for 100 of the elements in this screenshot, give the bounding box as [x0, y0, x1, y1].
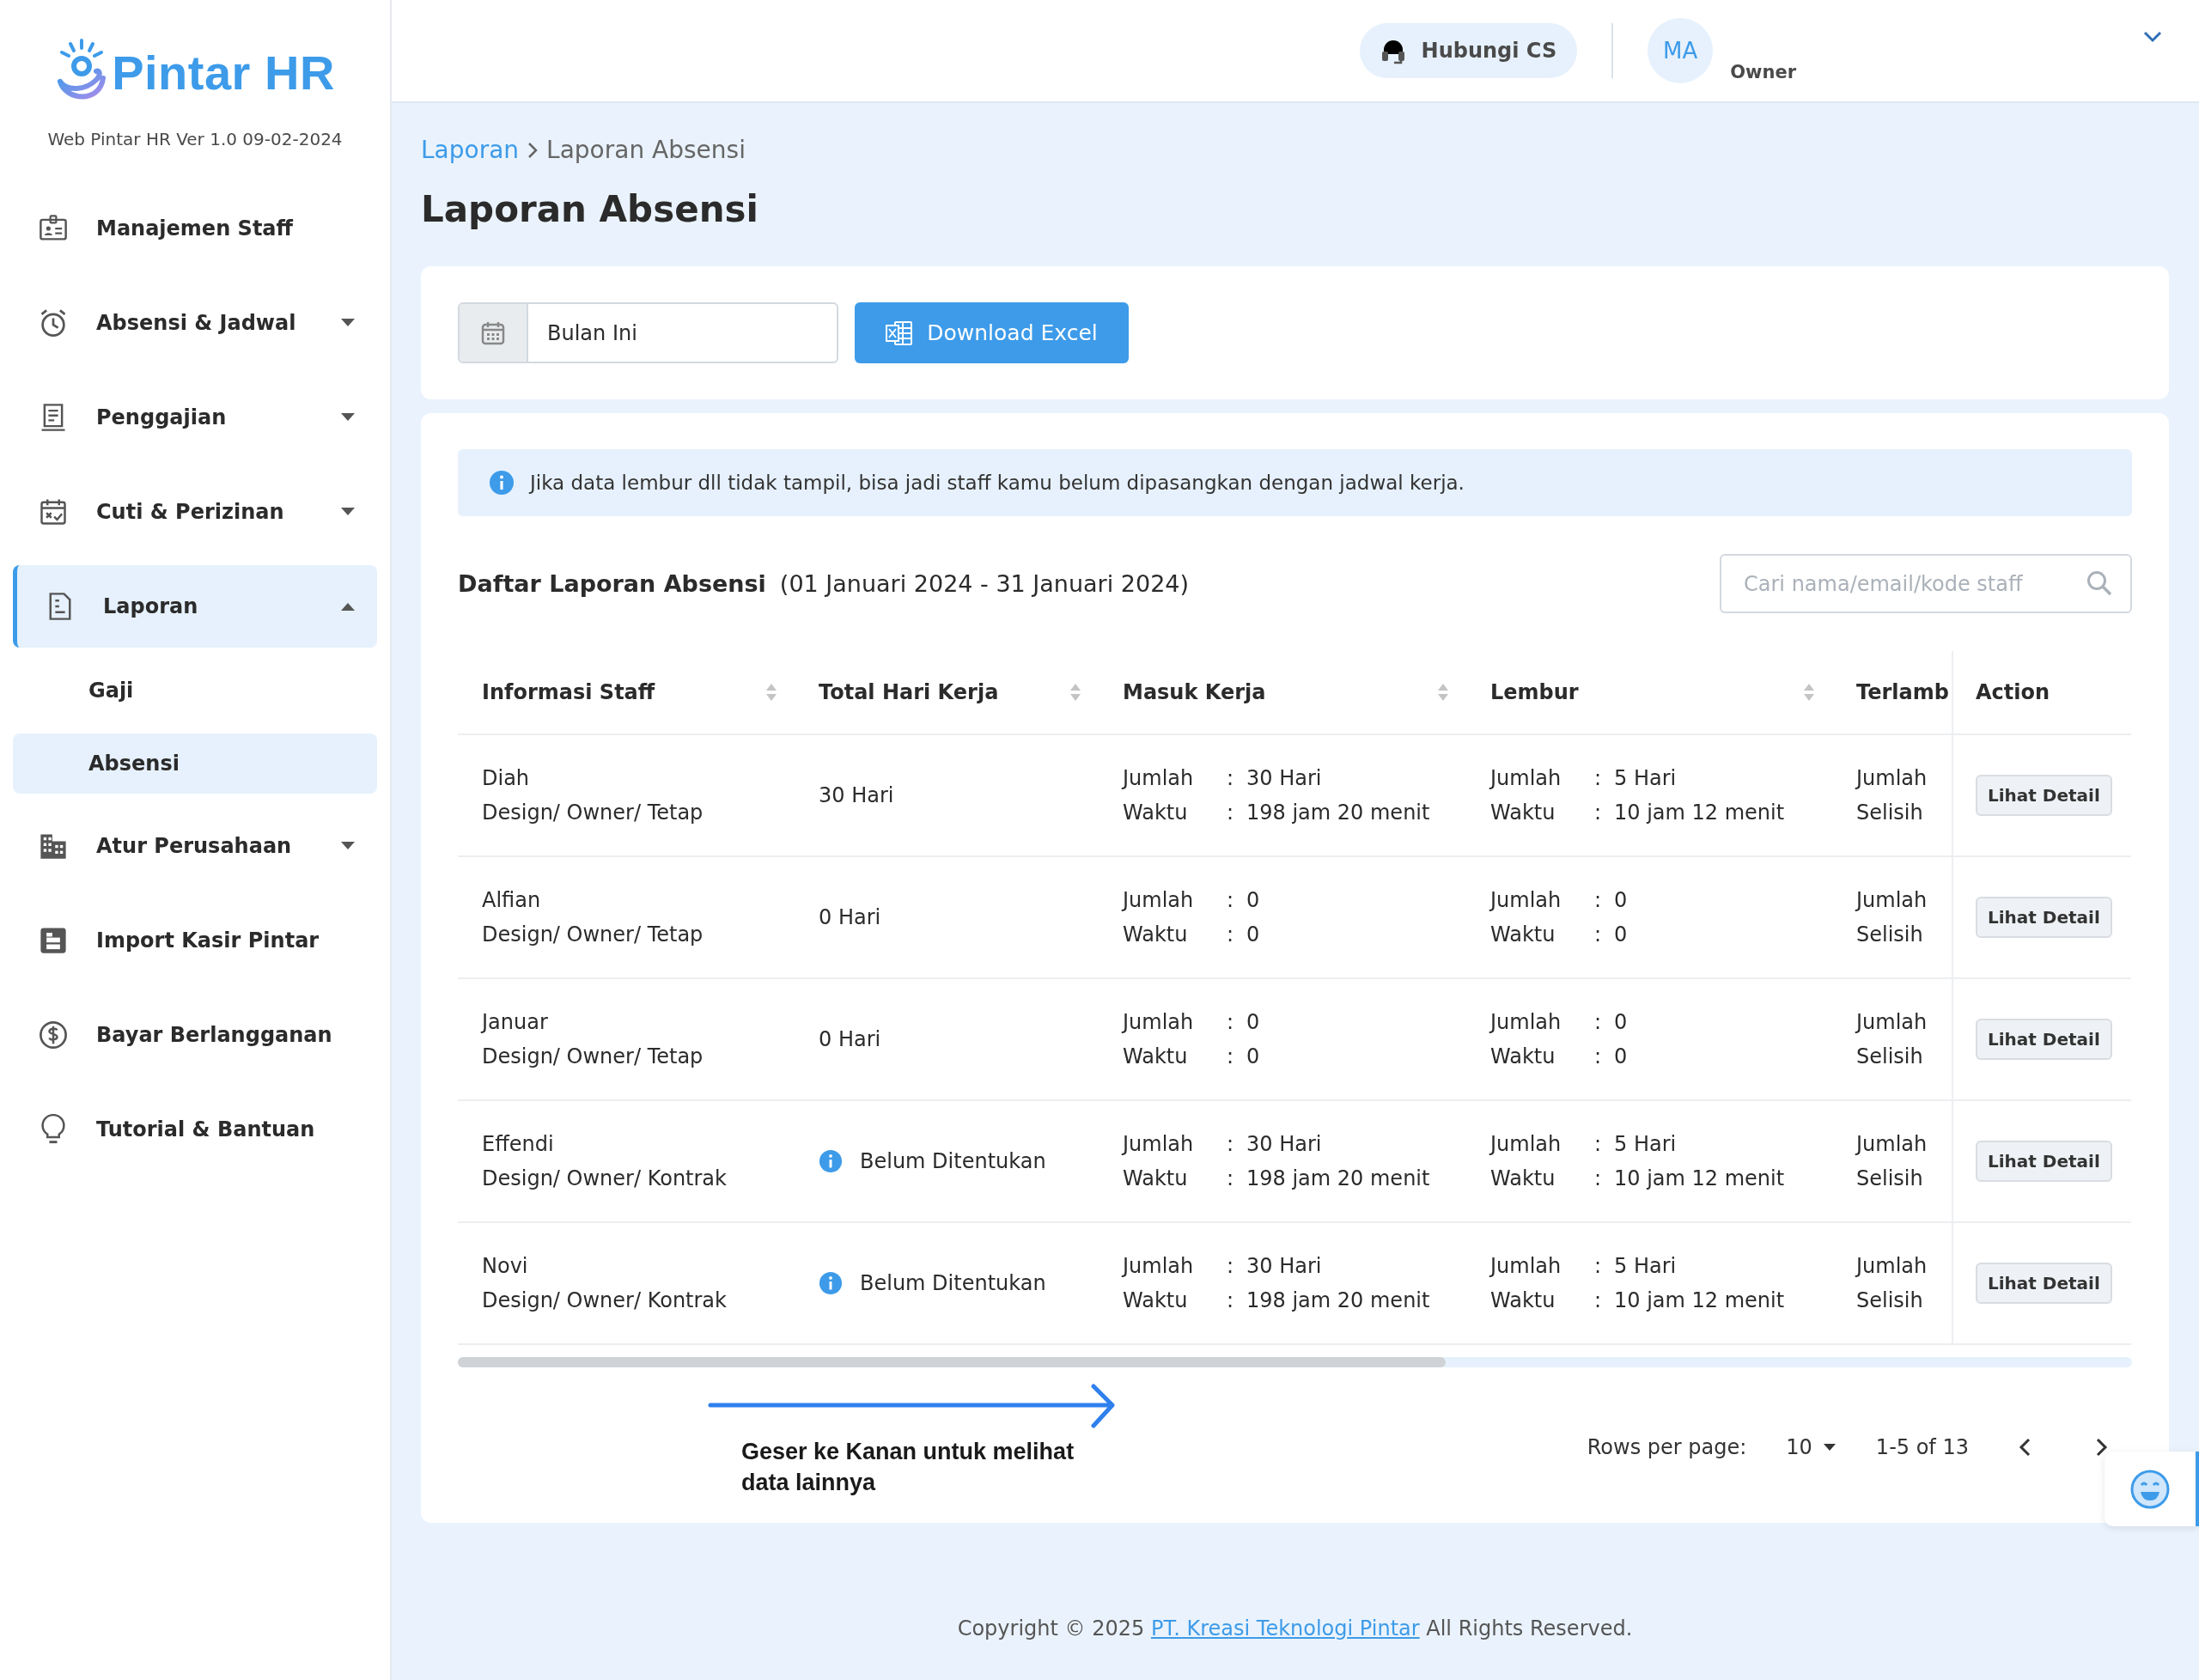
- field-label: Selisih: [1856, 1044, 1924, 1068]
- field-label: Jumlah: [1856, 888, 1928, 912]
- field-value: 5 Hari: [1614, 1132, 1678, 1156]
- field-label: Waktu: [1123, 800, 1189, 825]
- field-label: Waktu: [1123, 1044, 1189, 1068]
- logo-text: Pintar HR: [112, 44, 335, 100]
- view-detail-button[interactable]: Lihat Detail: [1976, 1141, 2112, 1182]
- sidebar-item[interactable]: Atur Perusahaan: [13, 805, 377, 887]
- sidebar-item[interactable]: Manajemen Staff: [13, 187, 377, 270]
- column-title: Informasi Staff: [482, 680, 656, 704]
- search-field[interactable]: Cari nama/email/kode staff: [1720, 554, 2132, 613]
- colon-text: :: [1594, 1166, 1603, 1190]
- staff-name: Effendi: [482, 1132, 555, 1156]
- field-value: 198 jam 20 menit: [1246, 1288, 1431, 1312]
- field-value: 10 jam 12 menit: [1614, 800, 1786, 825]
- field-value: 30 Hari: [1246, 766, 1323, 790]
- caret-icon: [1822, 1443, 1837, 1452]
- staff-name: Novi: [482, 1254, 529, 1278]
- view-detail-button[interactable]: Lihat Detail: [1976, 897, 2112, 938]
- date-range-text: (01 Januari 2024 - 31 Januari 2024): [779, 570, 1190, 597]
- period-field[interactable]: Bulan Ini: [458, 302, 838, 363]
- chevron-right-icon: [527, 141, 539, 159]
- field-value: 0: [1614, 888, 1629, 912]
- sidebar-subitem[interactable]: Absensi: [13, 733, 377, 794]
- work-days-text: Belum Ditentukan: [860, 1149, 1046, 1173]
- field-value: 10 jam 12 menit: [1614, 1166, 1786, 1190]
- sort-icon[interactable]: [1437, 683, 1449, 702]
- sort-icon[interactable]: [765, 683, 777, 702]
- staff-position: Design/ Owner/ Kontrak: [482, 1166, 728, 1190]
- field-value: 5 Hari: [1614, 1254, 1678, 1278]
- field-label: Jumlah: [1123, 888, 1195, 912]
- sidebar-item[interactable]: Tutorial & Bantuan: [13, 1088, 377, 1171]
- colon-text: :: [1594, 766, 1603, 790]
- colon-text: :: [1594, 1132, 1603, 1156]
- staff-name: Januar: [482, 1010, 549, 1034]
- sidebar-item[interactable]: Penggajian: [13, 376, 377, 459]
- spreadsheet-icon: [886, 320, 914, 346]
- field-label: Waktu: [1490, 1044, 1556, 1068]
- sidebar-item[interactable]: Import Kasir Pintar: [13, 899, 377, 982]
- view-detail-button[interactable]: Lihat Detail: [1976, 1019, 2112, 1060]
- sidebar-item[interactable]: Laporan: [13, 565, 377, 648]
- page-title: Laporan Absensi: [421, 188, 759, 230]
- rows-per-page-select[interactable]: 10: [1781, 1434, 1842, 1460]
- info-text: Jika data lembur dll tidak tampil, bisa jadi staff kamu belum dipasangkan dengan jadwal kerja.: [530, 472, 1465, 494]
- field-value: 198 jam 20 menit: [1246, 800, 1431, 825]
- copyright-text: Copyright © 2025 PT. Kreasi Teknologi Pintar All Rights Reserved.: [956, 1616, 1634, 1640]
- field-label: Jumlah: [1490, 1254, 1562, 1278]
- colon-text: :: [1227, 800, 1235, 825]
- colon-text: :: [1227, 1254, 1235, 1278]
- sidebar-subitem[interactable]: Gaji: [13, 660, 377, 721]
- cash-register-icon: [38, 925, 69, 956]
- field-label: Waktu: [1123, 922, 1189, 947]
- calendar-check-icon: [38, 496, 69, 527]
- colon-text: :: [1227, 1010, 1235, 1034]
- contact-support-button[interactable]: Hubungi CS: [1359, 23, 1578, 78]
- work-days-text: 0 Hari: [819, 905, 881, 929]
- colon-text: :: [1227, 1044, 1235, 1068]
- column-title: Masuk Kerja: [1123, 680, 1267, 704]
- colon-text: :: [1227, 888, 1235, 912]
- field-value: 0: [1246, 1010, 1261, 1034]
- view-detail-button[interactable]: Lihat Detail: [1976, 775, 2112, 816]
- staff-position: Design/ Owner/ Tetap: [482, 922, 704, 947]
- field-value: 10 jam 12 menit: [1614, 1288, 1786, 1312]
- field-label: Waktu: [1490, 800, 1556, 825]
- page-range-text: 1-5 of 13: [1875, 1435, 1969, 1459]
- field-label: Jumlah: [1856, 1132, 1928, 1156]
- colon-text: :: [1227, 1288, 1235, 1312]
- field-label: Jumlah: [1490, 1132, 1562, 1156]
- rows-per-page-label: Rows per page:: [1587, 1435, 1747, 1459]
- staff-name: Alfian: [482, 888, 542, 912]
- colon-text: :: [1594, 888, 1603, 912]
- column-title: Action: [1976, 680, 2051, 704]
- field-label: Jumlah: [1490, 766, 1562, 790]
- sidebar-item[interactable]: Cuti & Perizinan: [13, 471, 377, 553]
- field-label: Jumlah: [1123, 766, 1195, 790]
- field-value: 0: [1614, 1044, 1629, 1068]
- sort-icon[interactable]: [1803, 683, 1815, 702]
- horizontal-scrollbar[interactable]: [458, 1357, 2132, 1367]
- version-text: Web Pintar HR Ver 1.0 09-02-2024: [46, 129, 344, 149]
- field-label: Waktu: [1490, 922, 1556, 947]
- colon-text: :: [1227, 766, 1235, 790]
- caret-icon: [339, 601, 356, 612]
- colon-text: :: [1227, 1166, 1235, 1190]
- field-label: Jumlah: [1490, 1010, 1562, 1034]
- field-value: 0: [1246, 888, 1261, 912]
- staff-position: Design/ Owner/ Tetap: [482, 1044, 704, 1068]
- report-heading: Daftar Laporan Absensi: [458, 570, 766, 597]
- field-label: Waktu: [1123, 1166, 1189, 1190]
- work-days-text: Belum Ditentukan: [860, 1271, 1046, 1295]
- sidebar-item[interactable]: Absensi & Jadwal: [13, 282, 377, 364]
- field-label: Selisih: [1856, 1166, 1924, 1190]
- view-detail-button[interactable]: Lihat Detail: [1976, 1263, 2112, 1304]
- sort-icon[interactable]: [1069, 683, 1081, 702]
- field-value: 5 Hari: [1614, 766, 1678, 790]
- field-value: 0: [1614, 922, 1629, 947]
- chevron-down-icon[interactable]: [2143, 31, 2162, 43]
- calendar-icon: [481, 320, 505, 345]
- colon-text: :: [1594, 1254, 1603, 1278]
- sidebar-item[interactable]: Bayar Berlangganan: [13, 994, 377, 1076]
- field-value: 0: [1246, 1044, 1261, 1068]
